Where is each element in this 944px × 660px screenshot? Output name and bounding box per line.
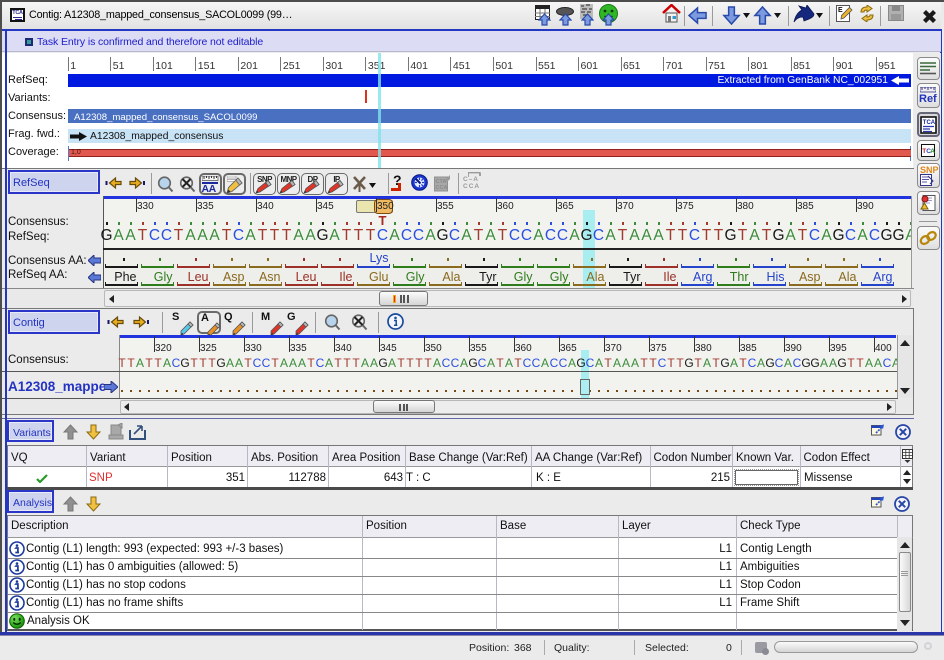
svg-text:TCA: TCA xyxy=(923,120,936,126)
svg-text:A: A xyxy=(930,148,935,155)
